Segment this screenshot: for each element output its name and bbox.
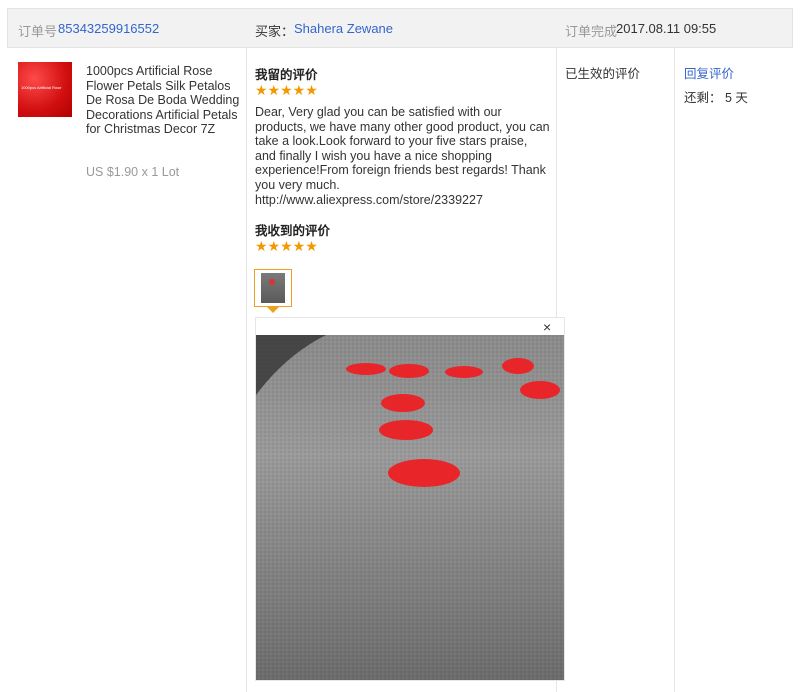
thumbnail-pointer-icon bbox=[267, 307, 279, 313]
column-divider bbox=[246, 48, 247, 692]
review-photo bbox=[256, 335, 564, 680]
my-review-heading: 我留的评价 bbox=[255, 68, 318, 82]
product-thumbnail[interactable]: 1000pcs Artificial Rose bbox=[18, 62, 72, 117]
column-divider bbox=[674, 48, 675, 692]
close-icon[interactable]: × bbox=[543, 319, 551, 335]
received-review-heading: 我收到的评价 bbox=[255, 224, 331, 238]
order-completed-label: 订单完成 bbox=[565, 24, 618, 39]
photo-thumbnail-image bbox=[261, 273, 285, 303]
reply-review-link[interactable]: 回复评价 bbox=[684, 63, 734, 82]
order-number-link[interactable]: 85343259916552 bbox=[58, 21, 159, 36]
order-header-bar: 订单号 85343259916552 买家： Shahera Zewane 订单… bbox=[7, 8, 793, 48]
product-title[interactable]: 1000pcs Artificial Rose Flower Petals Si… bbox=[86, 64, 242, 137]
received-review-stars: ★★★★★ bbox=[255, 238, 318, 254]
product-price: US $1.90 x 1 Lot bbox=[86, 165, 180, 179]
product-thumbnail-caption: 1000pcs Artificial Rose bbox=[21, 85, 62, 90]
buyer-name-link[interactable]: Shahera Zewane bbox=[294, 21, 393, 36]
order-completed-time: 2017.08.11 09:55 bbox=[616, 21, 717, 36]
buyer-label: 买家： bbox=[255, 24, 295, 39]
my-review-stars: ★★★★★ bbox=[255, 82, 318, 98]
review-photo-preview: × bbox=[255, 317, 565, 681]
order-number-label: 订单号 bbox=[18, 24, 58, 39]
review-status-effective: 已生效的评价 bbox=[565, 67, 641, 81]
my-review-text: Dear, Very glad you can be satisfied wit… bbox=[255, 105, 550, 207]
remaining-days: 还剩： 5 天 bbox=[684, 91, 748, 105]
review-photo-thumbnail[interactable] bbox=[254, 269, 292, 307]
